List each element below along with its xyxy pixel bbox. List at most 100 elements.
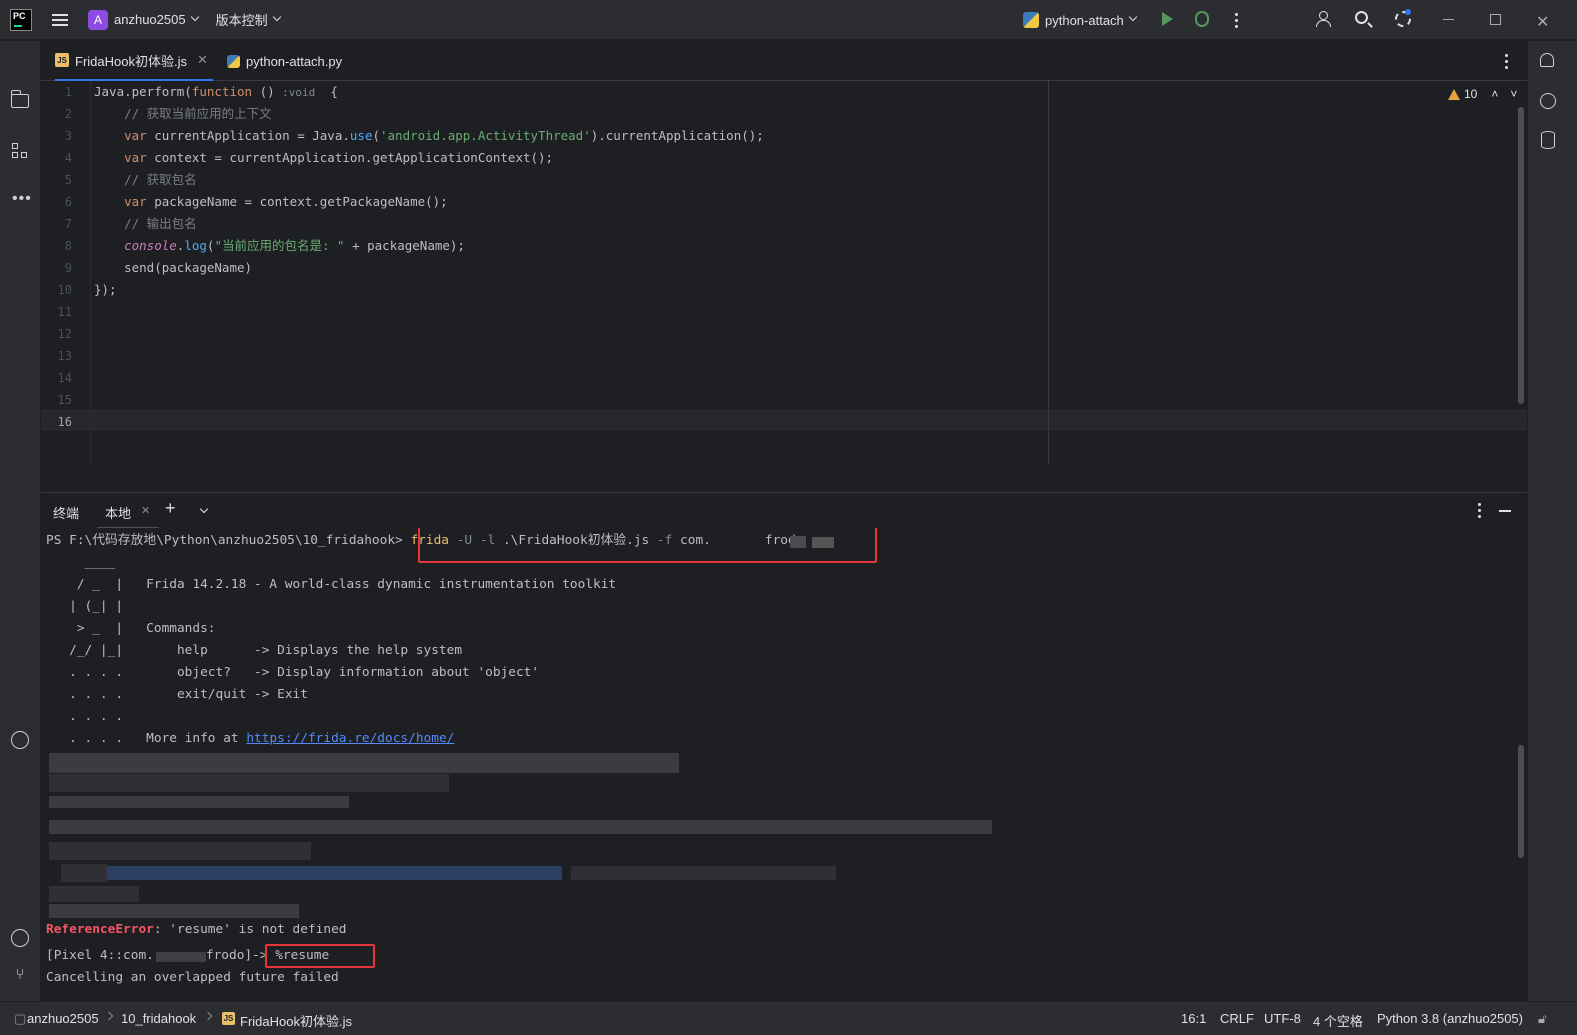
terminal-output[interactable]: PS F:\代码存放地\Python\anzhuo2505\10_fridaho… xyxy=(41,528,1527,1001)
inspection-widget[interactable]: 10 ˄ ˅ xyxy=(1448,87,1517,101)
line-number: 3 xyxy=(64,129,72,143)
pycharm-logo[interactable]: PC xyxy=(10,8,32,31)
line-number: 11 xyxy=(57,305,72,319)
tab-fridahook-js[interactable]: JS FridaHook初体验.js ✕ xyxy=(55,41,213,81)
tabs-more-icon[interactable] xyxy=(1505,54,1509,70)
python-icon xyxy=(1023,12,1039,28)
run-config-selector[interactable]: python-attach xyxy=(1023,8,1138,32)
line-number: 10 xyxy=(57,283,72,297)
tab-local-label: 本地 xyxy=(105,506,132,521)
code-line-10: }); xyxy=(94,282,117,297)
code-line-9: send(packageName) xyxy=(94,260,253,275)
add-user-icon[interactable] xyxy=(1316,11,1332,27)
close-window-button[interactable]: ✕ xyxy=(1536,12,1549,32)
blurred-output xyxy=(49,842,311,860)
python-interpreter[interactable]: Python 3.8 (anzhuo2505) xyxy=(1377,1011,1523,1026)
maximize-button[interactable] xyxy=(1490,14,1501,25)
python-console-icon[interactable] xyxy=(11,731,29,749)
lock-icon[interactable]: 🔓︎ xyxy=(1538,1011,1546,1027)
tab-label: python-attach.py xyxy=(246,53,343,69)
project-name[interactable]: anzhuo2505 xyxy=(114,12,186,27)
chevron-down-icon xyxy=(272,12,281,21)
breadcrumb-folder[interactable]: 10_fridahook xyxy=(121,1011,196,1026)
line-number: 5 xyxy=(64,173,72,187)
blurred-output xyxy=(49,820,992,834)
more-info-line: . . . . More info at https://frida.re/do… xyxy=(46,731,455,746)
line-number: 6 xyxy=(64,195,72,209)
database-icon[interactable] xyxy=(1541,131,1555,149)
right-tool-bar xyxy=(1527,41,1577,1001)
code-line-5: // 获取包名 xyxy=(94,172,197,187)
close-tab-icon[interactable]: ✕ xyxy=(197,52,208,68)
minimize-button[interactable] xyxy=(1443,19,1454,20)
indent-setting[interactable]: 4 个空格 xyxy=(1313,1011,1363,1030)
code-editor[interactable]: 1 2 3 4 5 6 7 8 9 10 11 12 13 14 15 16 Java.perform(fun… xyxy=(41,81,1527,464)
run-icon[interactable] xyxy=(1162,12,1173,26)
line-number: 7 xyxy=(64,217,72,231)
banner-line: . . . . exit/quit -> Exit xyxy=(46,687,308,702)
ide-window: PC A anzhuo2505 版本控制 python-attach ✕ •••… xyxy=(0,0,1577,1035)
file-encoding[interactable]: UTF-8 xyxy=(1264,1011,1301,1026)
banner-line: . . . . xyxy=(46,709,124,724)
structure-icon[interactable] xyxy=(12,143,28,159)
logo-text: PC xyxy=(13,10,26,21)
code-line-1: Java.perform(function () :void { xyxy=(94,84,338,99)
main-menu-icon[interactable] xyxy=(52,13,68,26)
editor-terminal-divider[interactable] xyxy=(41,464,1527,492)
right-margin-guide xyxy=(1048,81,1049,464)
breadcrumb-separator-icon xyxy=(104,1011,114,1021)
line-separator[interactable]: CRLF xyxy=(1220,1011,1254,1026)
code-line-4: var context = currentApplication.getAppl… xyxy=(124,150,554,165)
debug-icon[interactable] xyxy=(1195,11,1209,27)
cursor-position[interactable]: 16:1 xyxy=(1181,1011,1206,1026)
blurred-output xyxy=(49,904,299,918)
terminal-header: 终端 本地 ✕ + xyxy=(41,492,1527,529)
vcs-menu[interactable]: 版本控制 xyxy=(216,10,268,29)
blurred-output xyxy=(571,866,836,880)
title-bar: PC A anzhuo2505 版本控制 xyxy=(0,0,1577,40)
chevron-up-icon[interactable]: ˄ xyxy=(1491,87,1498,101)
line-number: 16 xyxy=(57,415,72,429)
editor-tabs: JS FridaHook初体验.js ✕ python-attach.py xyxy=(41,41,1527,81)
notifications-bell-icon[interactable] xyxy=(1540,53,1554,67)
js-file-icon: JS xyxy=(222,1012,235,1025)
line-number: 8 xyxy=(64,239,72,253)
terminal-more-icon[interactable] xyxy=(1478,503,1482,519)
run-config-name: python-attach xyxy=(1045,12,1124,28)
warning-count: 10 xyxy=(1464,87,1478,101)
hide-panel-icon[interactable] xyxy=(1499,510,1511,512)
project-folder-icon[interactable] xyxy=(11,90,29,108)
frida-docs-link[interactable]: https://frida.re/docs/home/ xyxy=(246,731,454,746)
banner-line: /_/ |_| help -> Displays the help system xyxy=(46,643,463,658)
git-icon[interactable]: ⑂ xyxy=(11,966,29,984)
close-tab-icon[interactable]: ✕ xyxy=(141,504,150,517)
highlight-box-command xyxy=(418,528,877,563)
breadcrumb-separator-icon xyxy=(203,1011,213,1021)
code-line-3: var currentApplication = Java.use('andro… xyxy=(124,128,764,143)
terminal-scrollbar[interactable] xyxy=(1518,745,1524,858)
blurred-output xyxy=(49,774,449,792)
editor-scrollbar[interactable] xyxy=(1518,107,1524,404)
more-tools-icon[interactable]: ••• xyxy=(12,190,32,208)
breadcrumb-file[interactable]: FridaHook初体验.js xyxy=(240,1011,352,1030)
ai-assistant-icon[interactable] xyxy=(1540,93,1556,109)
blurred-link xyxy=(107,866,562,880)
blurred-output xyxy=(49,796,349,808)
more-actions-icon[interactable] xyxy=(1235,13,1239,29)
blurred-output xyxy=(61,864,107,882)
tab-python-attach[interactable]: python-attach.py xyxy=(227,41,342,81)
chevron-down-icon[interactable] xyxy=(199,504,209,514)
redacted-block xyxy=(156,952,206,962)
banner-line: | (_| | xyxy=(46,599,124,614)
search-icon[interactable] xyxy=(1355,11,1368,24)
code-line-7: // 输出包名 xyxy=(94,216,197,231)
last-output-line: Cancelling an overlapped future failed xyxy=(46,970,339,985)
code-line-2: // 获取当前应用的上下文 xyxy=(94,106,272,121)
chevron-down-icon[interactable]: ˅ xyxy=(1510,87,1517,101)
banner-line: / _ | Frida 14.2.18 - A world-class dyna… xyxy=(46,577,617,592)
breadcrumb-project[interactable]: anzhuo2505 xyxy=(27,1011,99,1026)
project-badge[interactable]: A xyxy=(88,9,108,30)
problems-icon[interactable] xyxy=(11,929,29,947)
new-tab-plus-icon[interactable]: + xyxy=(165,498,176,519)
error-line: ReferenceError: 'resume' is not defined xyxy=(46,924,347,936)
